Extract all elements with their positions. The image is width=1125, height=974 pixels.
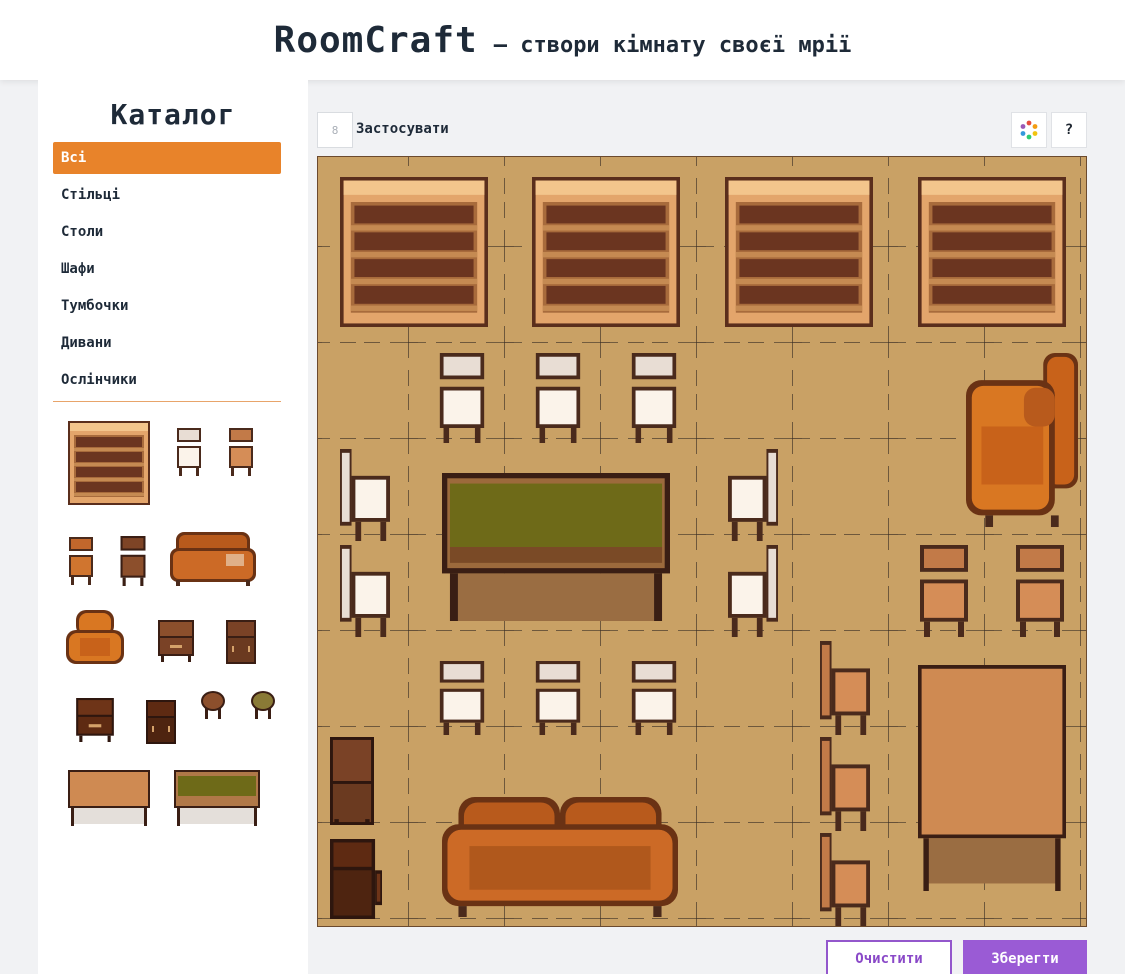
- catalog-item-table-olive[interactable]: [174, 770, 260, 826]
- catalog-item-chair-wood[interactable]: [228, 428, 254, 476]
- brand-name: RoomCraft: [273, 19, 478, 61]
- catalog-item-sofa[interactable]: [170, 532, 256, 586]
- chair-white-2[interactable]: [534, 353, 582, 443]
- category-all[interactable]: Всі: [53, 142, 281, 174]
- category-chairs[interactable]: Стільці: [53, 179, 281, 211]
- app-title: RoomCraft — створи кімнату своєї мрії: [274, 20, 852, 61]
- bookcase-4[interactable]: [918, 177, 1066, 327]
- catalog-item-bookcase[interactable]: [68, 421, 150, 505]
- cabinet-1[interactable]: [330, 737, 374, 825]
- catalog-item-chair-wood-2[interactable]: [68, 536, 94, 586]
- catalog-title: Каталог: [110, 98, 236, 131]
- chair-side-3[interactable]: [820, 833, 870, 927]
- category-nightstands[interactable]: Тумбочки: [53, 290, 281, 322]
- chair-white-left-1[interactable]: [340, 449, 390, 541]
- help-button[interactable]: ?: [1051, 112, 1087, 148]
- catalog-item-chair-dark[interactable]: [118, 536, 148, 586]
- catalog-item-nightstand[interactable]: [158, 620, 194, 662]
- app-header: RoomCraft — створи кімнату своєї мрії: [0, 0, 1125, 80]
- category-tables[interactable]: Столи: [53, 216, 281, 248]
- chair-white-right-1[interactable]: [728, 449, 778, 541]
- catalog-item-stool-dark[interactable]: [200, 690, 226, 720]
- chair-white-4[interactable]: [438, 661, 486, 735]
- armchair[interactable]: [966, 353, 1078, 527]
- chair-white-6[interactable]: [630, 661, 678, 735]
- category-sofas[interactable]: Дивани: [53, 327, 281, 359]
- catalog-item-table-wood[interactable]: [68, 770, 150, 826]
- table-olive[interactable]: [442, 473, 670, 621]
- category-list: Всі Стільці Столи Шафи Тумбочки Дивани О…: [53, 142, 281, 401]
- chair-white-5[interactable]: [534, 661, 582, 735]
- palette-button[interactable]: [1011, 112, 1047, 148]
- catalog-item-nightstand-dark[interactable]: [76, 698, 114, 742]
- catalog-sidebar: Каталог Всі Стільці Столи Шафи Тумбочки …: [38, 80, 308, 974]
- clear-button[interactable]: Очистити: [826, 940, 952, 974]
- room-canvas[interactable]: [317, 156, 1087, 927]
- category-stools[interactable]: Ослінчики: [53, 364, 281, 396]
- table-wood-large[interactable]: [918, 665, 1066, 891]
- catalog-item-chair-white[interactable]: [176, 428, 202, 476]
- catalog-divider: [53, 401, 281, 402]
- grid-toggle-button[interactable]: 8: [317, 112, 353, 148]
- category-wardrobes[interactable]: Шафи: [53, 253, 281, 285]
- bookcase-1[interactable]: [340, 177, 488, 327]
- chair-white-left-2[interactable]: [340, 545, 390, 637]
- save-button[interactable]: Зберегти: [963, 940, 1087, 974]
- chair-white-1[interactable]: [438, 353, 486, 443]
- apply-label: Застосувати: [356, 121, 449, 137]
- catalog-item-cabinet-dark[interactable]: [146, 700, 176, 744]
- bookcase-2[interactable]: [532, 177, 680, 327]
- chair-white-right-2[interactable]: [728, 545, 778, 637]
- bookcase-3[interactable]: [725, 177, 873, 327]
- catalog-item-armchair[interactable]: [66, 610, 124, 668]
- catalog-item-cabinet[interactable]: [226, 620, 256, 664]
- chair-side-1[interactable]: [820, 641, 870, 735]
- chair-white-3[interactable]: [630, 353, 678, 443]
- brand-tagline: — створи кімнату своєї мрії: [493, 32, 852, 58]
- catalog-item-stool-olive[interactable]: [250, 690, 276, 720]
- chair-wood-2[interactable]: [1014, 545, 1066, 637]
- chair-side-2[interactable]: [820, 737, 870, 831]
- chair-wood-1[interactable]: [918, 545, 970, 637]
- grid-toggle-icon: 8: [331, 123, 339, 137]
- cabinet-2[interactable]: [330, 839, 382, 919]
- color-wheel-icon: [1020, 120, 1038, 140]
- sofa[interactable]: [442, 797, 678, 917]
